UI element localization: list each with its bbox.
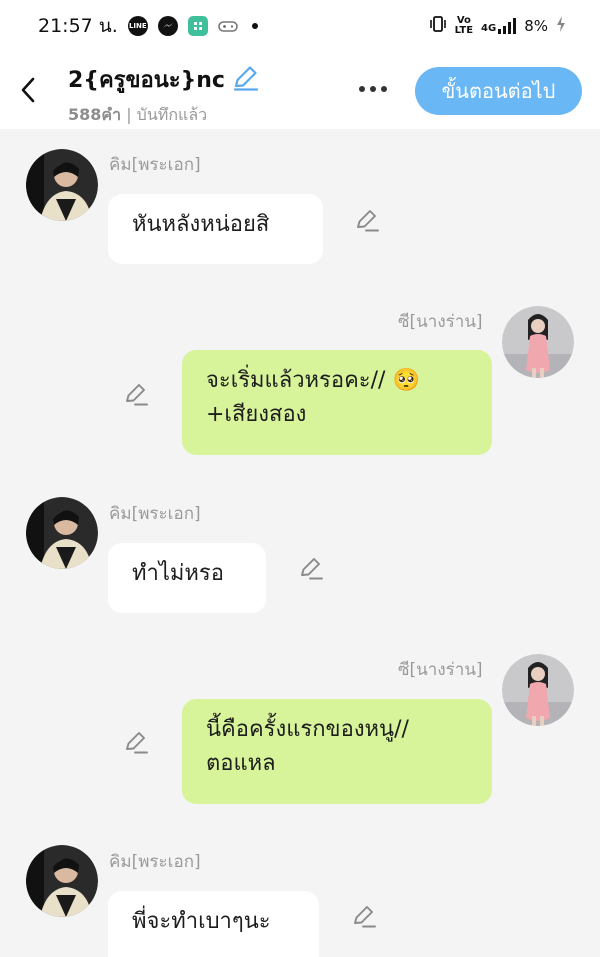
editor-header: 2{ครูขอนะ}nc 588คำ | บันทึกแล้ว ขั้นตอนต… bbox=[0, 52, 600, 129]
sender-name: ซี[นางร่าน] bbox=[398, 660, 483, 680]
chevron-left-icon bbox=[21, 77, 35, 103]
battery-percent: 8% bbox=[524, 17, 548, 35]
message-bubble[interactable]: พี่จะทำเบาๆนะ bbox=[108, 891, 319, 957]
messenger-app-icon bbox=[157, 16, 178, 36]
save-status: บันทึกแล้ว bbox=[136, 105, 208, 124]
message-bubble[interactable]: จะเริ่มแล้วหรอคะ// 🥺 +เสียงสอง bbox=[182, 350, 492, 455]
title-block: 2{ครูขอนะ}nc 588คำ | บันทึกแล้ว bbox=[68, 62, 259, 128]
edit-title-pencil-icon[interactable] bbox=[231, 64, 259, 96]
status-bar: 21:57 น. LINE Vo LTE 4G 8% bbox=[0, 0, 600, 52]
avatar-zee[interactable] bbox=[502, 654, 574, 726]
back-button[interactable] bbox=[14, 72, 42, 108]
message-bubble[interactable]: หันหลังหน่อยสิ bbox=[108, 194, 323, 264]
status-time: 21:57 น. bbox=[38, 15, 118, 37]
more-options-button[interactable] bbox=[352, 74, 394, 104]
volte-indicator: Vo LTE bbox=[454, 15, 474, 36]
charging-icon bbox=[556, 15, 566, 37]
calculator-app-icon bbox=[187, 16, 208, 36]
line-app-icon: LINE bbox=[127, 16, 148, 36]
avatar-kim[interactable] bbox=[26, 845, 98, 917]
more-dots-icon bbox=[359, 86, 365, 92]
edit-message-pencil-icon[interactable] bbox=[353, 206, 381, 234]
sender-name: ซี[นางร่าน] bbox=[398, 312, 483, 332]
avatar-kim[interactable] bbox=[26, 497, 98, 569]
header-subtitle: 588คำ | บันทึกแล้ว bbox=[68, 105, 208, 124]
vibrate-icon bbox=[429, 15, 447, 37]
sender-name: คิม[พระเอก] bbox=[109, 852, 201, 872]
signal-icon: 4G bbox=[481, 18, 517, 34]
avatar-kim[interactable] bbox=[26, 149, 98, 221]
notification-dot-icon bbox=[251, 23, 258, 29]
message-bubble[interactable]: ทำไม่หรอ bbox=[108, 543, 266, 613]
word-count: 588คำ bbox=[68, 105, 122, 124]
page-title: 2{ครูขอนะ}nc bbox=[68, 68, 225, 93]
edit-message-pencil-icon[interactable] bbox=[350, 902, 378, 930]
sender-name: คิม[พระเอก] bbox=[109, 155, 201, 175]
sender-name: คิม[พระเอก] bbox=[109, 504, 201, 524]
game-controller-icon bbox=[218, 16, 238, 36]
avatar-zee[interactable] bbox=[502, 306, 574, 378]
next-step-button[interactable]: ขั้นตอนต่อไป bbox=[415, 67, 582, 115]
edit-message-pencil-icon[interactable] bbox=[297, 554, 325, 582]
edit-message-pencil-icon[interactable] bbox=[122, 380, 150, 408]
message-bubble[interactable]: นี้คือครั้งแรกของหนู// ตอแหล bbox=[182, 699, 492, 804]
edit-message-pencil-icon[interactable] bbox=[122, 728, 150, 756]
